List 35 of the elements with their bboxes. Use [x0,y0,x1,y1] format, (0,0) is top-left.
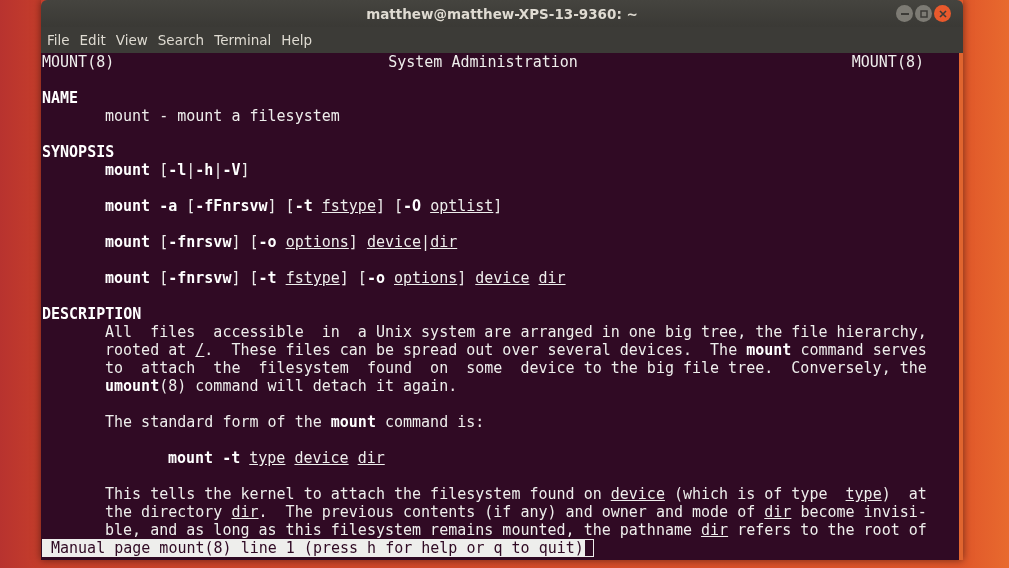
man-text-line: ble, and as long as this filesystem remains mounted, the pathname dir refers to the root of [104,521,927,539]
window-title: matthew@matthew-XPS-13-9360: ~ [366,5,638,22]
section-heading: SYNOPSIS [42,143,115,161]
man-text-line: mount -a [-fFnrsvw] [-t fstype] [-O optlist] [104,197,503,215]
man-text-line: mount [-fnrsvw] [-o options] device|dir [104,233,458,251]
menu-item[interactable]: Edit [74,30,111,50]
man-text-line: mount [-l|-h|-V] [104,161,250,179]
maximize-icon [919,9,928,18]
maximize-button[interactable] [915,5,932,22]
text-cursor [583,539,594,557]
man-text-line: umount(8) command will detach it again. [104,377,458,395]
man-text-line: to attach the filesystem found on some device to the big file tree. Conversely, the [104,359,927,377]
menu-item[interactable]: View [110,30,153,50]
scrollbar-thumb[interactable] [959,53,963,560]
section-heading: NAME [42,89,79,107]
menu-item[interactable]: Help [276,30,318,50]
close-icon [938,9,947,18]
man-text-line: The standard form of the mount command is: [104,413,485,431]
menu-item[interactable]: Terminal [209,30,277,50]
man-text-line: mount [-fnrsvw] [-t fstype] [-o options] device dir [104,269,566,287]
section-heading: DESCRIPTION [42,305,142,323]
minimize-button[interactable] [896,5,913,22]
man-text-line: This tells the kernel to attach the filesystem found on device (which is of type type) at [104,485,927,503]
man-text-line: rooted at /. These files can be spread out over several devices. The mount command serves [104,341,927,359]
menu-item[interactable]: Search [152,30,210,50]
man-text-line: the directory dir. The previous contents (if any) and owner and mode of dir become invisi- [104,503,927,521]
page-header-text: System Administration [388,53,578,71]
menu-item[interactable]: File [42,30,75,50]
page-header-text: MOUNT(8) [42,53,115,71]
man-text-line: All files accessible in a Unix system are arranged in one big tree, the file hierarchy, [104,323,927,341]
close-button[interactable] [934,5,951,22]
minimize-icon [900,12,909,15]
page-header-text: MOUNT(8) [851,53,924,71]
command-example: mount -t type device dir [167,449,385,467]
man-text-line: mount - mount a filesystem [104,107,340,125]
